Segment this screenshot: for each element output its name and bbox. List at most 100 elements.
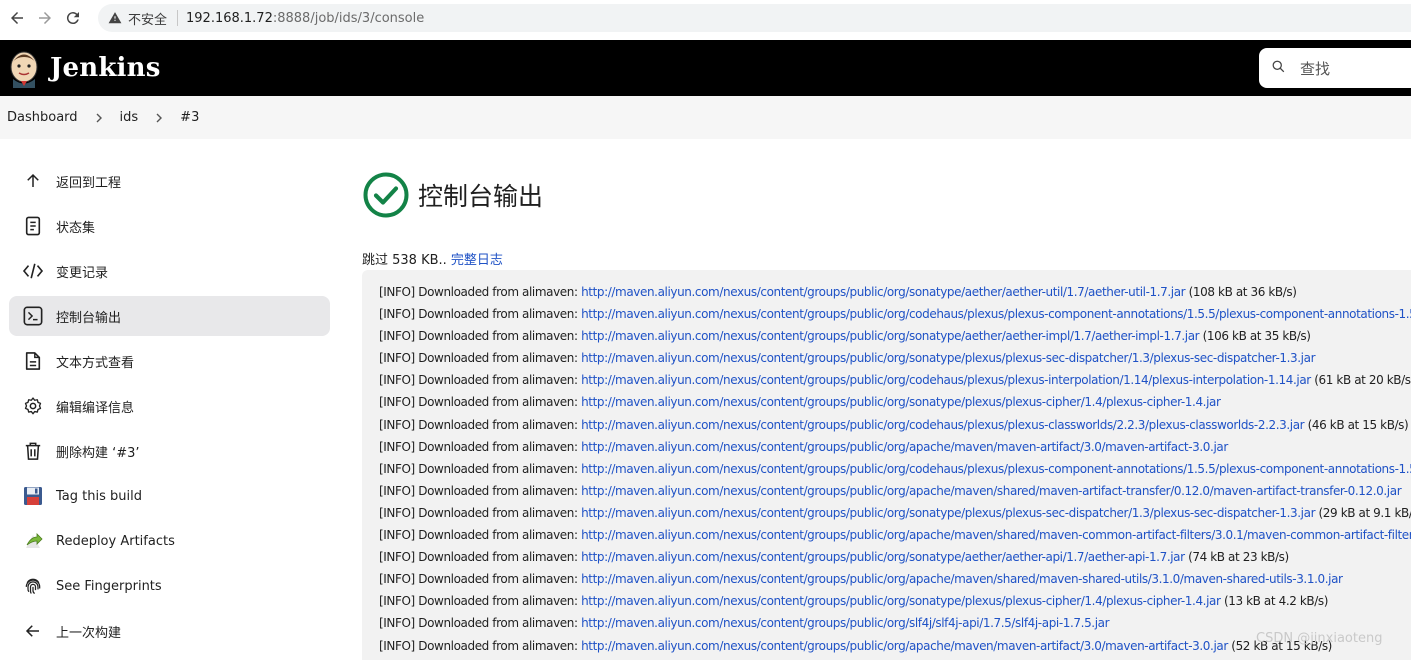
search-box[interactable]: 查找 xyxy=(1259,48,1411,88)
log-prefix: [INFO] Downloaded from alimaven: xyxy=(379,373,582,388)
log-line: [INFO] Downloaded from alimaven: http://… xyxy=(379,303,1411,325)
sidebar-item-label: 上一次构建 xyxy=(56,625,122,641)
log-prefix: [INFO] Downloaded from alimaven: xyxy=(379,307,582,322)
sidebar-item-label: 文本方式查看 xyxy=(56,355,135,371)
jenkins-title[interactable]: Jenkins xyxy=(50,53,161,83)
url-path: :8888/job/ids/3/console xyxy=(272,10,425,26)
insecure-label[interactable]: 不安全 xyxy=(128,9,167,28)
log-url-link[interactable]: http://maven.aliyun.com/nexus/content/gr… xyxy=(581,373,1311,387)
fingerprint-icon xyxy=(22,575,44,597)
sidebar-item-changes[interactable]: 变更记录 xyxy=(9,251,330,291)
url-host: 192.168.1.72 xyxy=(186,10,273,26)
log-url-link[interactable]: http://maven.aliyun.com/nexus/content/gr… xyxy=(581,351,1315,365)
page-title: 控制台输出 xyxy=(418,182,544,211)
log-line: [INFO] Downloaded from alimaven: http://… xyxy=(379,347,1411,369)
chevron-right-icon xyxy=(154,113,164,123)
log-prefix: [INFO] Downloaded from alimaven: xyxy=(379,483,582,498)
sidebar-item-label: See Fingerprints xyxy=(56,578,162,594)
skip-text: 跳过 538 KB.. xyxy=(362,253,451,268)
breadcrumb-dashboard[interactable]: Dashboard xyxy=(7,110,78,125)
log-suffix: (74 kB at 23 kB/s) xyxy=(1184,550,1289,565)
floppy-disk-icon xyxy=(22,485,44,507)
log-prefix: [INFO] Downloaded from alimaven: xyxy=(379,329,582,344)
log-prefix: [INFO] Downloaded from alimaven: xyxy=(379,351,582,366)
log-url-link[interactable]: http://maven.aliyun.com/nexus/content/gr… xyxy=(581,550,1185,564)
log-url-link[interactable]: http://maven.aliyun.com/nexus/content/gr… xyxy=(581,506,1315,520)
redeploy-icon xyxy=(22,530,44,552)
terminal-icon xyxy=(22,305,44,327)
log-prefix: [INFO] Downloaded from alimaven: xyxy=(379,285,582,299)
log-line: [INFO] Downloaded from alimaven: http://… xyxy=(379,391,1411,413)
arrow-left-icon xyxy=(22,620,44,642)
log-url-link[interactable]: http://maven.aliyun.com/nexus/content/gr… xyxy=(581,594,1221,608)
warning-triangle-icon[interactable] xyxy=(108,11,122,25)
gear-icon xyxy=(22,395,44,417)
log-prefix: [INFO] Downloaded from alimaven: xyxy=(379,528,582,543)
jenkins-logo-icon[interactable] xyxy=(8,48,40,88)
log-url-link[interactable]: http://maven.aliyun.com/nexus/content/gr… xyxy=(581,484,1402,498)
arrow-up-icon xyxy=(22,170,44,192)
log-url-link[interactable]: http://maven.aliyun.com/nexus/content/gr… xyxy=(581,639,1228,653)
address-bar[interactable]: 不安全 192.168.1.72 :8888/job/ids/3/console xyxy=(98,4,1411,32)
log-line: [INFO] Downloaded from alimaven: http://… xyxy=(379,480,1411,502)
sidebar-item-delete-build[interactable]: 删除构建 ‘#3’ xyxy=(9,431,330,471)
log-prefix: [INFO] Downloaded from alimaven: xyxy=(379,461,582,476)
log-url-link[interactable]: http://maven.aliyun.com/nexus/content/gr… xyxy=(581,307,1411,321)
address-separator xyxy=(177,10,179,26)
jenkins-header: Jenkins 查找 xyxy=(0,40,1411,96)
sidebar: 返回到工程 状态集 变更记录 控制台输出 文本方式查看 编辑编译信息 删除构建 … xyxy=(0,161,340,656)
sidebar-item-label: 变更记录 xyxy=(56,265,109,281)
search-input[interactable]: 查找 xyxy=(1300,58,1330,79)
log-line: [INFO] Downloaded from alimaven: http://… xyxy=(379,524,1411,546)
code-icon xyxy=(22,260,44,282)
log-url-link[interactable]: http://maven.aliyun.com/nexus/content/gr… xyxy=(581,440,1228,454)
sidebar-item-tag-build[interactable]: Tag this build xyxy=(9,476,330,516)
sidebar-item-back-to-project[interactable]: 返回到工程 xyxy=(9,161,330,201)
log-url-link[interactable]: http://maven.aliyun.com/nexus/content/gr… xyxy=(581,462,1411,476)
sidebar-item-see-fingerprints[interactable]: See Fingerprints xyxy=(9,566,330,606)
sidebar-item-plain-text[interactable]: 文本方式查看 xyxy=(9,341,330,381)
sidebar-item-console-output[interactable]: 控制台输出 xyxy=(9,296,330,336)
console-output[interactable]: [INFO] Downloaded from alimaven: http://… xyxy=(362,270,1411,660)
sidebar-item-edit-build-info[interactable]: 编辑编译信息 xyxy=(9,386,330,426)
full-log-link[interactable]: 完整日志 xyxy=(451,253,503,268)
log-url-link[interactable]: http://maven.aliyun.com/nexus/content/gr… xyxy=(581,285,1186,299)
log-prefix: [INFO] Downloaded from alimaven: xyxy=(379,395,582,410)
log-prefix: [INFO] Downloaded from alimaven: xyxy=(379,505,582,520)
document-icon xyxy=(22,215,44,237)
log-url-link[interactable]: http://maven.aliyun.com/nexus/content/gr… xyxy=(581,616,1109,630)
forward-arrow-icon[interactable] xyxy=(34,7,56,29)
log-line: [INFO] Downloaded from alimaven: http://… xyxy=(379,502,1411,524)
sidebar-item-label: Tag this build xyxy=(56,488,142,504)
watermark-text: CSDN @jinxiaoteng xyxy=(1256,631,1383,646)
breadcrumb: Dashboard ids #3 xyxy=(0,96,1411,139)
sidebar-item-redeploy-artifacts[interactable]: Redeploy Artifacts xyxy=(9,521,330,561)
log-url-link[interactable]: http://maven.aliyun.com/nexus/content/gr… xyxy=(581,572,1343,586)
back-arrow-icon[interactable] xyxy=(6,7,28,29)
log-line: [INFO] Downloaded from alimaven: http://… xyxy=(379,281,1411,303)
log-url-link[interactable]: http://maven.aliyun.com/nexus/content/gr… xyxy=(581,528,1411,542)
log-line: [INFO] Downloaded from alimaven: http://… xyxy=(379,458,1411,480)
sidebar-item-previous-build[interactable]: 上一次构建 xyxy=(9,611,330,651)
log-line: [INFO] Downloaded from alimaven: http://… xyxy=(379,369,1411,391)
log-suffix: (106 kB at 35 kB/s) xyxy=(1199,329,1311,344)
sidebar-item-label: 返回到工程 xyxy=(56,175,122,191)
log-url-link[interactable]: http://maven.aliyun.com/nexus/content/gr… xyxy=(581,418,1305,432)
reload-icon[interactable] xyxy=(62,7,84,29)
sidebar-item-status[interactable]: 状态集 xyxy=(9,206,330,246)
search-icon xyxy=(1271,59,1286,78)
log-suffix: (108 kB at 36 kB/s) xyxy=(1185,285,1297,299)
sidebar-item-label: 状态集 xyxy=(56,220,96,236)
sidebar-item-label: 控制台输出 xyxy=(56,310,122,326)
log-prefix: [INFO] Downloaded from alimaven: xyxy=(379,572,582,587)
log-prefix: [INFO] Downloaded from alimaven: xyxy=(379,550,582,565)
skip-notice: 跳过 538 KB.. 完整日志 xyxy=(362,249,503,268)
breadcrumb-ids[interactable]: ids xyxy=(120,110,139,125)
sidebar-item-label: 编辑编译信息 xyxy=(56,400,135,416)
sidebar-item-label: 删除构建 ‘#3’ xyxy=(56,445,140,461)
breadcrumb-build-3[interactable]: #3 xyxy=(180,110,199,125)
log-prefix: [INFO] Downloaded from alimaven: xyxy=(379,439,582,454)
log-url-link[interactable]: http://maven.aliyun.com/nexus/content/gr… xyxy=(581,395,1221,409)
log-suffix: (13 kB at 4.2 kB/s) xyxy=(1220,594,1329,609)
log-url-link[interactable]: http://maven.aliyun.com/nexus/content/gr… xyxy=(581,329,1200,343)
